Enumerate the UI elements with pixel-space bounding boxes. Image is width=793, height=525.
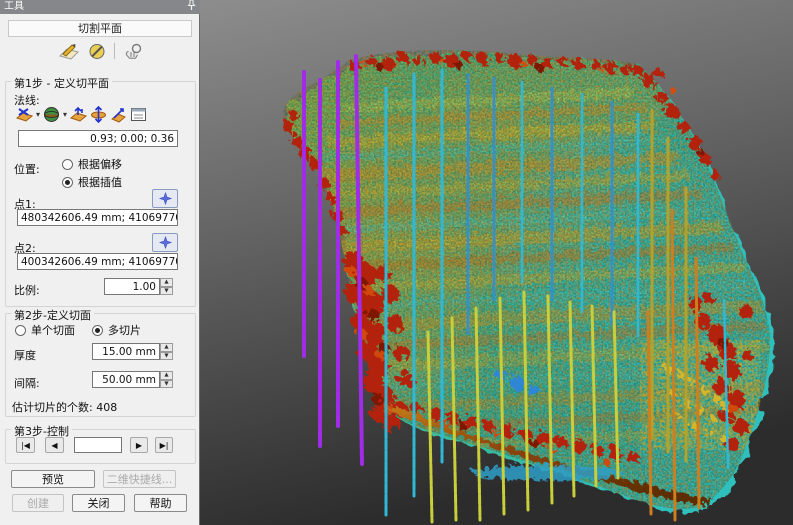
shortcut-2d-button[interactable]: 二维快捷线... bbox=[103, 470, 176, 488]
normal-view-sphere-icon-button[interactable] bbox=[43, 106, 60, 123]
dropdown-caret-icon[interactable]: ▾ bbox=[63, 106, 67, 123]
disable-plane-icon-button[interactable] bbox=[88, 43, 106, 60]
radio-multi-slice-circle[interactable] bbox=[92, 325, 103, 336]
radio-by-interpolation-label: 根据插值 bbox=[78, 174, 122, 190]
panel-titlebar[interactable]: 工具 bbox=[0, 0, 200, 14]
pin-icon[interactable] bbox=[187, 0, 196, 16]
spacing-spinner: ▲ ▼ bbox=[160, 371, 173, 388]
scale-spin-down-icon[interactable]: ▼ bbox=[160, 287, 173, 296]
point1-field[interactable]: 480342606.49 mm; 4106977042.00 mm bbox=[17, 209, 178, 226]
normal-dialog-icon-button[interactable] bbox=[130, 106, 147, 123]
radio-single-section-circle[interactable] bbox=[15, 325, 26, 336]
position-label: 位置: bbox=[14, 161, 40, 177]
toolbar-separator bbox=[114, 43, 115, 59]
thickness-spin-down-icon[interactable]: ▼ bbox=[160, 352, 173, 361]
prev-slice-button[interactable]: ◀ bbox=[45, 437, 64, 453]
thickness-spinner: ▲ ▼ bbox=[160, 343, 173, 360]
radio-single-section-label: 单个切面 bbox=[31, 322, 75, 338]
radio-by-interpolation-circle[interactable] bbox=[62, 177, 73, 188]
radio-multi-slice-label: 多切片 bbox=[108, 322, 141, 338]
preview-button[interactable]: 预览 bbox=[11, 470, 95, 488]
viewport-3d[interactable] bbox=[200, 0, 793, 525]
radio-by-offset[interactable]: 根据偏移 bbox=[62, 156, 122, 172]
radio-single-section[interactable]: 单个切面 bbox=[15, 322, 75, 338]
lower-bench-strip bbox=[470, 462, 620, 478]
panel-toolbar bbox=[0, 40, 200, 62]
close-button[interactable]: 关闭 bbox=[72, 494, 125, 512]
normal-vertical-axis-icon-button[interactable] bbox=[90, 106, 107, 123]
thickness-field[interactable]: 15.00 mm bbox=[92, 343, 160, 360]
help-button[interactable]: 帮助 bbox=[134, 494, 187, 512]
slice-count-estimate: 估计切片的个数: 408 bbox=[12, 399, 117, 415]
normal-value-field[interactable]: 0.93; 0.00; 0.36 bbox=[18, 130, 178, 147]
step1-label: 第1步 - 定义切平面 bbox=[11, 75, 112, 91]
normal-tools-row: ▾ ▾ bbox=[16, 106, 147, 123]
radio-by-offset-circle[interactable] bbox=[62, 159, 73, 170]
pick-hand-icon-button[interactable] bbox=[123, 43, 143, 60]
next-slice-button[interactable]: ▶ bbox=[130, 437, 148, 453]
dropdown-caret-icon[interactable]: ▾ bbox=[36, 106, 40, 123]
step2-label: 第2步-定义切面 bbox=[11, 307, 94, 323]
normal-axis-x-icon-button[interactable] bbox=[16, 106, 33, 123]
scale-spin-up-icon[interactable]: ▲ bbox=[160, 278, 173, 287]
spacing-field[interactable]: 50.00 mm bbox=[92, 371, 160, 388]
radio-by-interpolation[interactable]: 根据插值 bbox=[62, 174, 122, 190]
application-window: { "panel": { "title": "工具", "header": "切… bbox=[0, 0, 793, 525]
create-button[interactable]: 创建 bbox=[12, 494, 64, 512]
spacing-spin-down-icon[interactable]: ▼ bbox=[160, 380, 173, 389]
slice-index-field[interactable] bbox=[74, 437, 122, 453]
radio-by-offset-label: 根据偏移 bbox=[78, 156, 122, 172]
panel-title: 工具 bbox=[4, 0, 24, 14]
thickness-label: 厚度 bbox=[14, 347, 36, 363]
spacing-spin-up-icon[interactable]: ▲ bbox=[160, 371, 173, 380]
tool-header: 切割平面 bbox=[8, 20, 192, 37]
point1-pick-button[interactable] bbox=[152, 189, 178, 208]
radio-multi-slice[interactable]: 多切片 bbox=[92, 322, 141, 338]
edit-plane-icon-button[interactable] bbox=[58, 43, 80, 60]
normal-axis-diagonal-icon-button[interactable] bbox=[110, 106, 127, 123]
last-slice-button[interactable]: ▶| bbox=[155, 437, 173, 453]
spacing-label: 间隔: bbox=[14, 375, 40, 391]
thickness-spin-up-icon[interactable]: ▲ bbox=[160, 343, 173, 352]
tool-panel: 工具 切割平面 第1步 - 定义切平面 法线: ▾ ▾ bbox=[0, 0, 200, 525]
point2-field[interactable]: 400342606.49 mm; 4106977042.00 mm bbox=[17, 253, 178, 270]
normal-plane-arrows-icon-button[interactable] bbox=[70, 106, 87, 123]
point2-pick-button[interactable] bbox=[152, 233, 178, 252]
first-slice-button[interactable]: |◀ bbox=[16, 437, 35, 453]
scale-label: 比例: bbox=[14, 282, 40, 298]
scale-spinner: ▲ ▼ bbox=[160, 278, 173, 295]
scale-field[interactable]: 1.00 bbox=[104, 278, 160, 295]
